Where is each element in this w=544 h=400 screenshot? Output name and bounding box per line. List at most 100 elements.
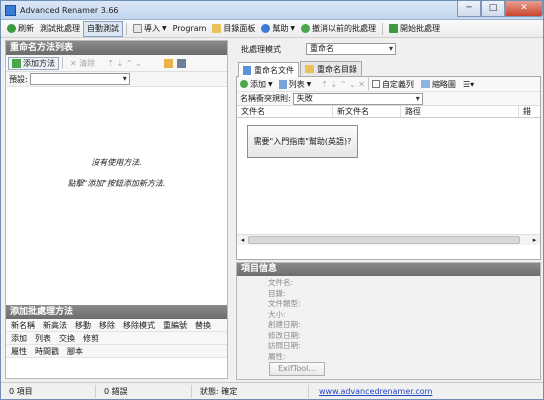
process-move[interactable]: 移動 — [75, 320, 91, 331]
start-icon — [389, 24, 399, 33]
move-icons: ⇡ ⇣ ⌃ ⌄ ✕ — [321, 79, 365, 89]
pin-icon[interactable] — [163, 58, 173, 68]
toolbar-separator — [367, 78, 369, 90]
process-script[interactable]: 腳本 — [67, 346, 83, 357]
refresh-icon — [7, 24, 16, 33]
process-replace[interactable]: 替換 — [195, 320, 211, 331]
undo-batch-button[interactable]: 撤消以前的批處理 — [298, 21, 379, 37]
toolbar-separator — [382, 22, 384, 35]
scroll-thumb[interactable] — [248, 236, 520, 244]
target-panel-button[interactable]: 目錄面板 — [209, 21, 258, 37]
empty-hint: 點擊"添加"按鈕添加新方法. — [67, 179, 166, 188]
auto-test-toggle[interactable]: 自動測試 — [83, 20, 123, 37]
file-tabs: 重命名文件 重命名目錄 — [236, 61, 541, 77]
chevron-down-icon: ▼ — [268, 80, 273, 88]
title-bar: Advanced Renamer 3.66 ─ □ ✕ — [1, 0, 543, 20]
list-button[interactable]: 列表 ▼ — [278, 79, 312, 90]
file-area: 批處理模式 重命名 重命名文件 重命名目錄 添加▼ 列表▼ — [236, 40, 541, 260]
process-remove[interactable]: 移除 — [99, 320, 115, 331]
chevron-down-icon: ▼ — [306, 80, 312, 88]
scroll-right-icon[interactable]: ▸ — [529, 236, 540, 244]
tab-rename-folders[interactable]: 重命名目錄 — [300, 61, 362, 76]
add-icon — [240, 80, 248, 88]
program-button[interactable]: Program — [170, 21, 210, 37]
help-icon — [261, 24, 271, 33]
exiftool-button[interactable]: ExifTool... — [269, 362, 325, 376]
info-filename: 文件名: — [268, 278, 294, 287]
info-attributes: 屬性: — [268, 351, 286, 361]
process-row: 新名稱 新高法 移動 移除 移除模式 重編號 替換 — [6, 319, 227, 332]
add-icon — [12, 58, 21, 68]
column-new-filename[interactable]: 新文件名 — [333, 106, 401, 117]
preset-select[interactable] — [29, 73, 130, 85]
method-list-title: 重命名方法列表 — [6, 41, 227, 55]
getting-started-button[interactable]: 需要"入門指南"幫助(英語)? — [247, 125, 358, 158]
refresh-button[interactable]: 刷新 — [4, 21, 37, 37]
process-new-case[interactable]: 新高法 — [43, 320, 67, 331]
column-error[interactable]: 錯 — [519, 106, 540, 117]
folder-icon — [212, 24, 222, 33]
process-attributes[interactable]: 屬性 — [11, 346, 27, 357]
thumbnails-button[interactable]: 縮略圖 — [420, 79, 456, 90]
view-options-icon[interactable]: ☰▾ — [463, 80, 474, 89]
grid-header: 文件名 新文件名 路徑 錯 — [237, 106, 540, 118]
process-row: 添加 列表 交換 修剪 — [6, 332, 227, 345]
start-batch-button[interactable]: 開始批處理 — [386, 21, 443, 37]
add-process-title: 添加批處理方法 — [6, 305, 227, 319]
status-state: 狀態: 確定 — [192, 384, 309, 398]
horizontal-scrollbar[interactable]: ◂ ▸ — [237, 234, 540, 245]
item-info-pane: 項目信息 文件名: 目錄: 文件類型: 大小: 創建日期: 修改日期: 訪問日期… — [236, 262, 541, 380]
process-renumber[interactable]: 重編號 — [163, 320, 187, 331]
conflict-row: 名稱衝突規則: 失敗 — [237, 92, 540, 106]
status-url[interactable]: www.advancedrenamer.com — [309, 385, 509, 398]
info-directory: 目錄: — [268, 288, 286, 298]
process-new-name[interactable]: 新名稱 — [11, 320, 35, 331]
custom-columns-button[interactable]: 自定義列 — [371, 79, 414, 90]
main-toolbar: 刷新 測試批處理 自動測試 導入 ▼ Program 目錄面板 幫助 ▼ 撤消以… — [1, 20, 543, 38]
website-link[interactable]: www.advancedrenamer.com — [319, 387, 432, 396]
import-icon — [133, 24, 142, 33]
process-swap[interactable]: 交換 — [59, 333, 75, 344]
minimize-button[interactable]: ─ — [457, 0, 481, 17]
tab-rename-files[interactable]: 重命名文件 — [238, 62, 299, 77]
save-icon[interactable] — [176, 58, 186, 68]
chevron-down-icon: ▼ — [162, 25, 167, 32]
method-list[interactable]: 沒有使用方法. 點擊"添加"按鈕添加新方法. — [6, 87, 227, 305]
info-modified: 修改日期: — [268, 330, 301, 340]
list-icon — [278, 79, 287, 89]
move-icons: ⇡ ⇣ ⌃ ⌄ — [107, 58, 142, 68]
process-trim[interactable]: 修剪 — [83, 333, 99, 344]
rename-files-panel: 添加 ▼ 列表 ▼ ⇡ ⇣ ⌃ ⌄ ✕ 自定義列 縮略圖 ☰▾ 名稱衝突規則: … — [236, 76, 541, 260]
batch-mode-select[interactable]: 重命名 — [306, 43, 396, 55]
close-button[interactable]: ✕ — [505, 0, 543, 17]
process-add[interactable]: 添加 — [11, 333, 27, 344]
chevron-down-icon: ▼ — [290, 25, 296, 32]
status-errors: 0 錯誤 — [96, 384, 192, 398]
status-bar: 0 項目 0 錯誤 狀態: 確定 www.advancedrenamer.com — [1, 382, 543, 399]
process-timestamp[interactable]: 時間戳 — [35, 346, 59, 357]
add-method-button[interactable]: 添加方法 — [8, 56, 59, 70]
conflict-select[interactable]: 失敗 — [292, 92, 423, 105]
info-filetype: 文件類型: — [268, 299, 301, 308]
remove-button[interactable]: ✕ 清除 — [70, 58, 95, 69]
maximize-button[interactable]: □ — [481, 0, 505, 17]
info-created: 創建日期: — [268, 320, 301, 329]
import-button[interactable]: 導入 ▼ — [130, 21, 170, 37]
process-list[interactable]: 列表 — [35, 333, 51, 344]
column-filename[interactable]: 文件名 — [237, 106, 333, 117]
batch-mode-label: 批處理模式 — [241, 44, 281, 54]
file-icon — [243, 65, 251, 75]
file-grid[interactable]: 需要"入門指南"幫助(英語)? — [237, 118, 540, 234]
info-size: 大小: — [268, 309, 286, 319]
help-button[interactable]: 幫助 ▼ — [258, 21, 298, 37]
column-path[interactable]: 路徑 — [401, 106, 519, 117]
scroll-left-icon[interactable]: ◂ — [237, 236, 248, 244]
process-remove-pattern[interactable]: 移除模式 — [123, 320, 155, 331]
conflict-label: 名稱衝突規則: — [240, 94, 291, 103]
add-files-button[interactable]: 添加 ▼ — [240, 79, 273, 90]
process-row: 屬性 時間戳 腳本 — [6, 345, 227, 358]
preset-row: 預設: — [6, 72, 227, 87]
app-window: Advanced Renamer 3.66 ─ □ ✕ 刷新 測試批處理 自動測… — [0, 0, 544, 400]
file-toolbar: 添加 ▼ 列表 ▼ ⇡ ⇣ ⌃ ⌄ ✕ 自定義列 縮略圖 ☰▾ — [237, 77, 540, 92]
test-batch-button[interactable]: 測試批處理 — [37, 21, 83, 37]
